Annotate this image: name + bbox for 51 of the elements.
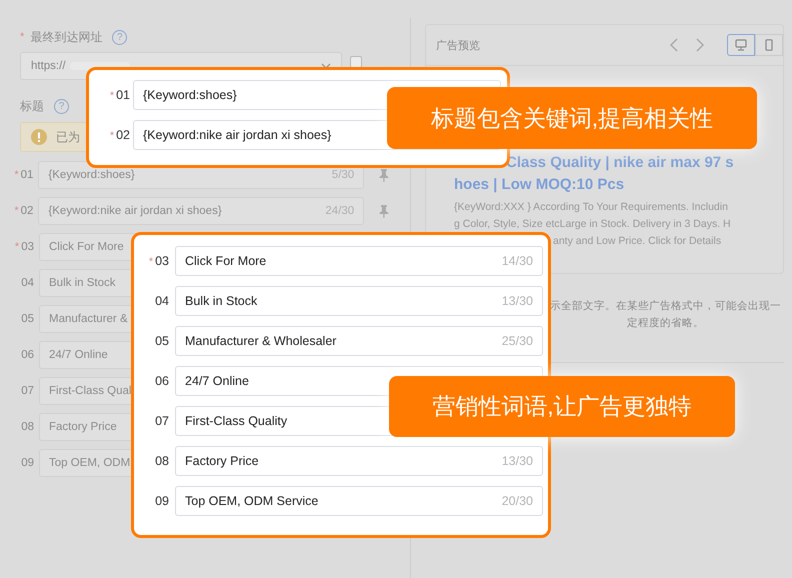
row-number: 08 xyxy=(154,454,170,468)
monitor-icon xyxy=(735,39,747,51)
char-count: 25/30 xyxy=(502,334,533,348)
row-number: 08 xyxy=(20,421,35,433)
field-label: 最终到达网址 xyxy=(30,28,102,46)
field-label: 标题 xyxy=(20,98,44,114)
headline-field[interactable]: Bulk in Stock 13/30 xyxy=(175,286,543,316)
headline-field[interactable]: Top OEM, ODM Service 20/30 xyxy=(175,486,543,516)
chevron-right-icon[interactable] xyxy=(695,38,705,52)
callout-tooltip: 营销性词语,让广告更独特 xyxy=(389,376,735,437)
preview-note: 示全部文字。在某些广告格式中，可能会出现一定程度的省略。 xyxy=(549,299,782,331)
char-count: 14/30 xyxy=(502,254,533,268)
row-number: * 01 xyxy=(13,169,34,181)
checkbox[interactable] xyxy=(350,56,362,68)
row-number: 05 xyxy=(20,313,35,325)
row-number: 06 xyxy=(20,349,35,361)
ad-description: anty and Low Price. Click for Details xyxy=(552,234,722,249)
row-number: 06 xyxy=(154,374,170,388)
row-number: * 02 xyxy=(13,205,34,217)
row-number: 04 xyxy=(20,277,35,289)
device-toggle[interactable] xyxy=(727,34,755,56)
char-count: 13/30 xyxy=(502,454,533,468)
row-number: 09 xyxy=(20,457,35,469)
callout-tooltip: 标题包含关键词,提高相关性 xyxy=(387,87,757,149)
phone-icon xyxy=(764,39,774,51)
row-number: * 03 xyxy=(14,241,35,253)
char-count: 20/30 xyxy=(502,494,533,508)
pin-icon[interactable] xyxy=(378,168,390,182)
row-number: 05 xyxy=(154,334,170,348)
row-number: 07 xyxy=(20,385,35,397)
row-number: * 01 xyxy=(108,88,131,102)
char-count: 13/30 xyxy=(502,294,533,308)
headline-field[interactable]: Factory Price 13/30 xyxy=(175,446,543,476)
alert-text: 已为 xyxy=(56,128,80,146)
pin-icon[interactable] xyxy=(378,204,390,218)
required-mark: * xyxy=(20,31,24,43)
headline-field[interactable]: Click For More 14/30 xyxy=(175,246,543,276)
row-number: * 03 xyxy=(148,254,170,268)
warning-icon xyxy=(31,129,47,145)
row-number: * 02 xyxy=(108,128,131,142)
ad-description: {KeyWord:XXX } According To Your Requirements. Includin xyxy=(454,200,729,215)
headline-field[interactable]: Manufacturer & Wholesaler 25/30 xyxy=(175,326,543,356)
row-number: 07 xyxy=(154,414,170,428)
row-number: 04 xyxy=(154,294,170,308)
caret-icon xyxy=(321,63,331,69)
ad-description: g Color, Style, Size etcLarge in Stock. Delivery in 3 Days. H xyxy=(454,217,732,232)
row-number: 09 xyxy=(154,494,170,508)
panel-title: 广告预览 xyxy=(436,38,480,52)
ad-headline: hoes | Low MOQ:10 Pcs xyxy=(454,175,626,195)
device-toggle[interactable] xyxy=(755,34,783,56)
chevron-left-icon[interactable] xyxy=(669,38,679,52)
